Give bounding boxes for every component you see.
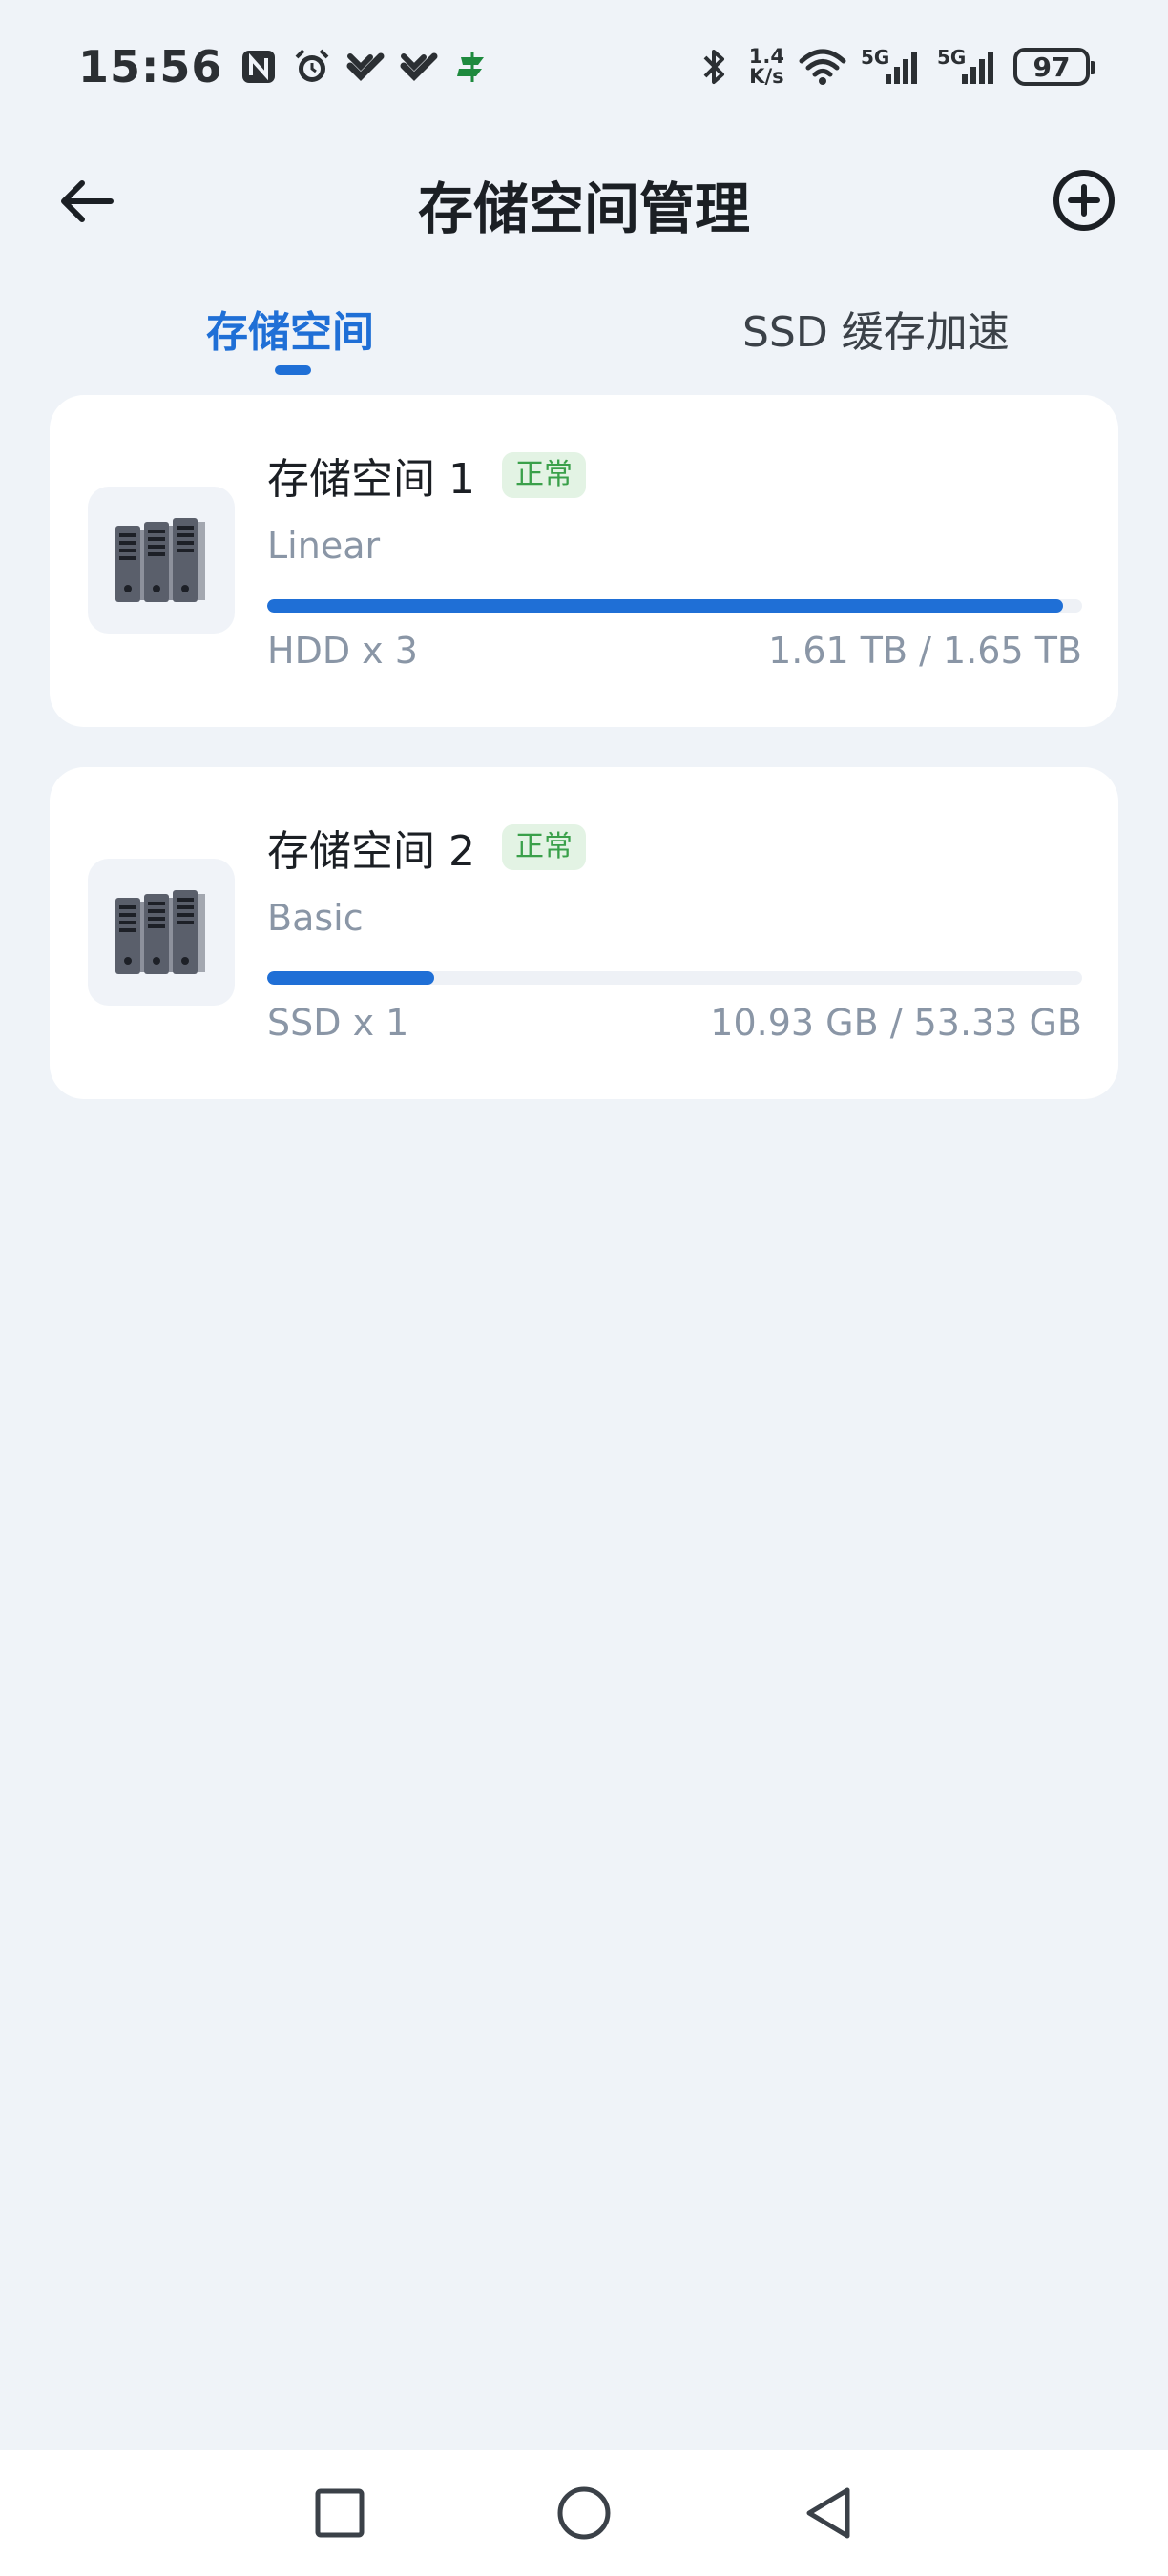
add-circle-icon — [1053, 170, 1115, 231]
signal-label: 5G — [861, 46, 890, 69]
storage-pool-raid-type: Basic — [267, 897, 364, 939]
battery-indicator: 97 — [1013, 48, 1095, 86]
storage-pool-name: 存储空间 2 — [267, 827, 475, 876]
signal-5g-icon: 5G — [861, 46, 924, 88]
storage-pool-capacity: 10.93 GB / 53.33 GB — [710, 1002, 1082, 1044]
status-badge: 正常 — [501, 452, 586, 498]
storage-pool-disks: HDD x 3 — [267, 630, 418, 672]
wifi-icon — [798, 46, 847, 88]
storage-pool-card[interactable]: 存储空间 1 正常 Linear HDD x 3 1.61 TB / 1.65 … — [50, 395, 1118, 727]
postal-app-icon — [451, 46, 493, 88]
server-rack-icon — [115, 518, 205, 602]
app-header: 存储空间管理 — [0, 143, 1168, 258]
status-bar-right: 1.4 K/s 5G 5G 97 — [694, 46, 1095, 88]
page-title: 存储空间管理 — [417, 177, 750, 241]
system-nav-bar — [0, 2450, 1168, 2576]
server-rack-icon — [115, 890, 205, 974]
usage-progress-fill — [267, 971, 435, 985]
network-speed-value: 1.4 — [748, 45, 784, 68]
storage-pool-title-row: 存储空间 1 正常 — [267, 445, 586, 506]
usage-progress-bar — [267, 971, 1082, 985]
app-notification-icon — [344, 46, 386, 88]
tab-ssd-cache[interactable]: SSD 缓存加速 — [742, 298, 1010, 359]
tab-bar: 存储空间 SSD 缓存加速 — [0, 286, 1168, 382]
recent-apps-button[interactable] — [305, 2479, 374, 2547]
status-time: 15:56 — [78, 41, 223, 93]
triangle-back-icon — [806, 2487, 850, 2539]
network-speed: 1.4 K/s — [749, 47, 784, 87]
status-bar-left: 15:56 — [78, 41, 493, 93]
network-speed-unit: K/s — [749, 65, 784, 88]
home-button[interactable] — [550, 2479, 618, 2547]
usage-progress-bar — [267, 599, 1082, 613]
storage-pool-disks: SSD x 1 — [267, 1002, 409, 1044]
nfc-icon — [238, 46, 280, 88]
screen: 15:56 1.4 K/s 5G 5G 97 存储空间管理 存储空间 SSD 缓… — [0, 0, 1168, 2576]
storage-pool-card[interactable]: 存储空间 2 正常 Basic SSD x 1 10.93 GB / 53.33… — [50, 767, 1118, 1099]
storage-pool-icon-box — [88, 487, 235, 634]
storage-pool-capacity: 1.61 TB / 1.65 TB — [768, 630, 1082, 672]
storage-pool-raid-type: Linear — [267, 525, 381, 567]
tab-storage-space[interactable]: 存储空间 — [206, 298, 374, 359]
app-notification-icon — [398, 46, 440, 88]
storage-pool-name: 存储空间 1 — [267, 455, 475, 504]
status-badge: 正常 — [501, 824, 586, 870]
alarm-icon — [291, 46, 333, 88]
notification-icons — [238, 46, 493, 88]
signal-label: 5G — [937, 46, 967, 69]
add-storage-button[interactable] — [1050, 166, 1118, 235]
status-bar: 15:56 1.4 K/s 5G 5G 97 — [0, 0, 1168, 134]
circle-icon — [557, 2486, 611, 2540]
usage-progress-fill — [267, 599, 1063, 613]
system-back-button[interactable] — [794, 2479, 863, 2547]
square-icon — [315, 2488, 365, 2538]
storage-pool-icon-box — [88, 859, 235, 1006]
signal-5g-icon: 5G — [937, 46, 1000, 88]
storage-pool-title-row: 存储空间 2 正常 — [267, 817, 586, 878]
bluetooth-icon — [694, 46, 736, 88]
active-tab-indicator — [275, 365, 311, 375]
